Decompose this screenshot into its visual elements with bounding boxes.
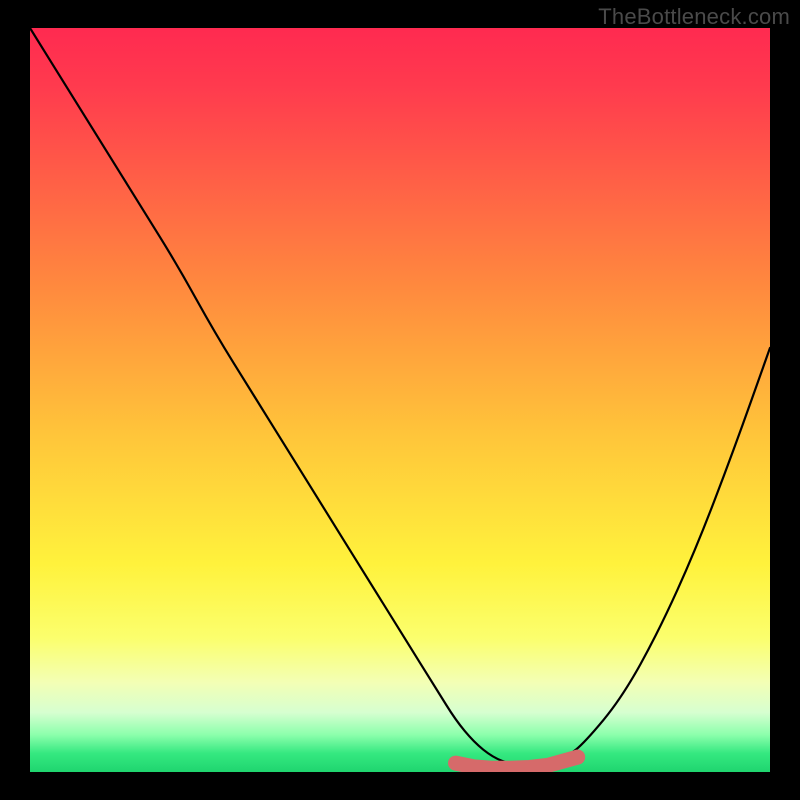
marker-layer	[30, 28, 770, 772]
marker-end-dot	[570, 750, 585, 765]
plot-inner	[30, 28, 770, 772]
marker-band	[456, 757, 578, 768]
watermark-text: TheBottleneck.com	[598, 4, 790, 30]
plot-area	[30, 28, 770, 772]
chart-frame: TheBottleneck.com	[0, 0, 800, 800]
